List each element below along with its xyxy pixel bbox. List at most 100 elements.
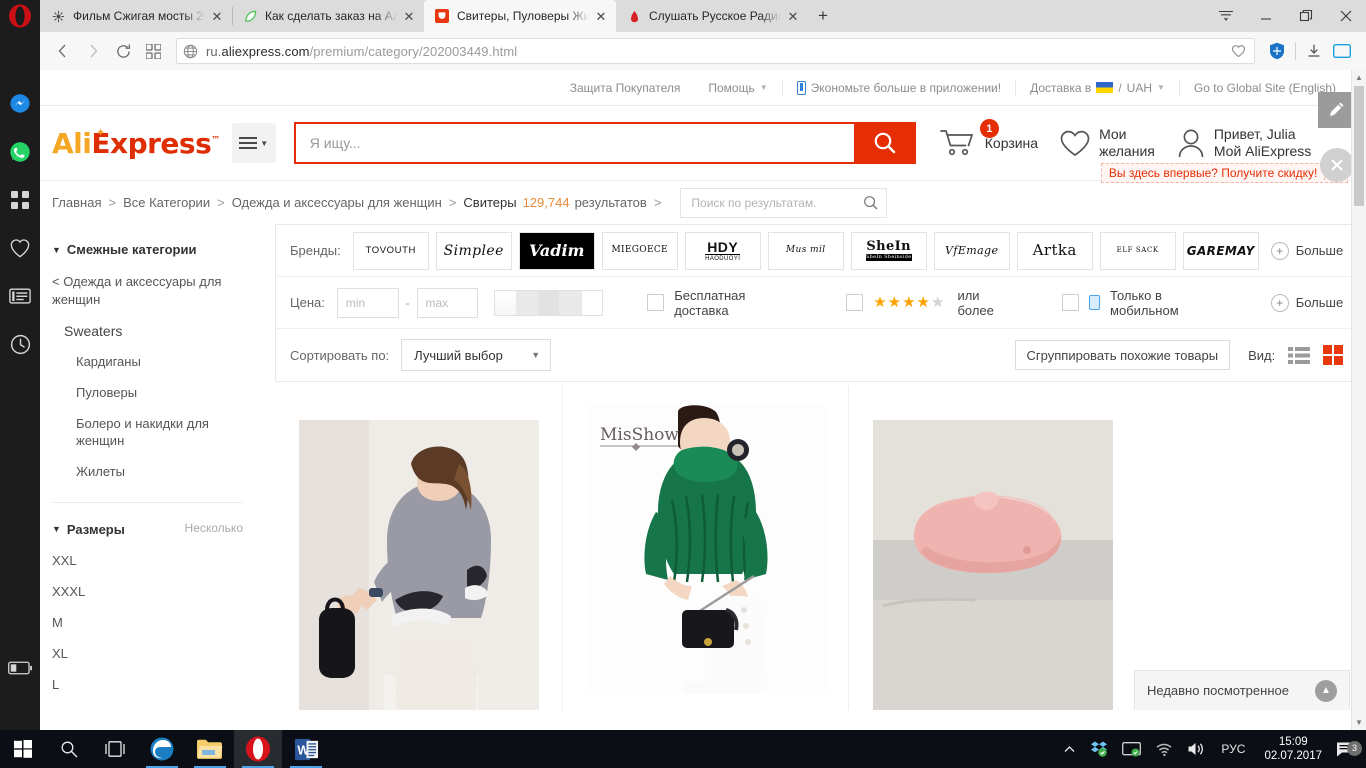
tab-close-icon[interactable]: ✕ [592,7,610,25]
price-max-input[interactable]: max [416,287,479,318]
browser-tab-4[interactable]: Слушать Русское Радио ? ✕ [616,0,808,32]
edit-icon-button[interactable] [1318,92,1354,128]
wishlist-button[interactable]: Мои желания [1060,126,1155,160]
opera-logo[interactable] [0,0,40,32]
forward-icon[interactable] [78,36,108,66]
sidebar-subcategory-cardigans[interactable]: Кардиганы [76,353,243,370]
download-icon[interactable] [1300,37,1328,65]
heart-icon[interactable] [1231,44,1246,58]
group-similar-button[interactable]: Сгруппировать похожие товары [1014,340,1231,370]
sizes-multiselect-link[interactable]: Несколько [185,521,243,535]
mobile-only-checkbox[interactable] [1062,294,1080,311]
show-hidden-icons[interactable] [1056,743,1083,756]
breadcrumb-womens-clothing[interactable]: Одежда и аксессуары для женщин [232,195,442,210]
close-icon-button[interactable] [1320,148,1354,182]
taskbar-search-icon[interactable] [46,730,92,768]
sidebar-subcategory-bolero[interactable]: Болеро и накидки для женщин [76,415,243,449]
task-view-icon[interactable] [92,730,138,768]
brand-garemay[interactable]: GAREMAY [1182,231,1259,270]
size-option-xl[interactable]: XL [52,646,243,661]
speed-dial-icon[interactable] [138,36,168,66]
topnav-buyer-protection[interactable]: Защита Покупателя [556,70,695,106]
breadcrumb-all-categories[interactable]: Все Категории [123,195,210,210]
scrollbar-thumb[interactable] [1354,86,1364,206]
size-option-xxl[interactable]: XXL [52,553,243,568]
cart-button[interactable]: Корзина 1 [939,119,1038,158]
page-scrollbar[interactable]: ▲ ▼ [1351,70,1366,730]
wifi-icon[interactable] [1148,742,1180,757]
browser-tab-3[interactable]: Свитеры, Пуловеры Жил ✕ [424,0,616,32]
language-indicator[interactable]: РУС [1212,742,1254,756]
price-min-input[interactable]: min [336,287,399,318]
topnav-app-promo[interactable]: Экономьте больше в приложении! [783,70,1015,106]
product-card-1[interactable] [275,386,562,710]
categories-menu-button[interactable]: ▼ [231,123,276,163]
tab-menu-icon[interactable] [1206,0,1246,32]
video-popout-icon[interactable] [1328,37,1356,65]
product-card-3[interactable] [849,386,1136,710]
size-option-m[interactable]: M [52,615,243,630]
history-clock-icon[interactable] [0,320,40,368]
scroll-up-arrow[interactable]: ▲ [1352,70,1366,85]
dropbox-icon[interactable] [1083,740,1115,758]
topnav-help[interactable]: Помощь ▼ [694,70,781,106]
brand-miegoece[interactable]: MIEGOECE [601,231,678,270]
close-icon[interactable] [1326,0,1366,32]
browser-tab-1[interactable]: Фильм Сжигая мосты 201 ✕ [40,0,232,32]
clock[interactable]: 15:09 02.07.2017 [1254,735,1332,763]
messenger-icon[interactable] [0,80,40,128]
search-button[interactable] [853,122,916,164]
grid-view-icon[interactable] [1323,345,1344,365]
related-categories-header[interactable]: ▼ Смежные категории [52,242,243,257]
news-icon[interactable] [0,272,40,320]
display-icon[interactable] [1115,741,1148,757]
restore-icon[interactable] [1286,0,1326,32]
rating-filter[interactable]: ★ ★ ★ ★ ★ или более [846,288,1018,318]
brand-elfsack[interactable]: ELF SACK [1099,231,1176,270]
windows-start-icon[interactable] [0,730,46,768]
free-shipping-filter[interactable]: Бесплатная доставка [647,288,802,318]
scroll-down-arrow[interactable]: ▼ [1352,715,1366,730]
rating-checkbox[interactable] [846,294,864,311]
battery-icon[interactable] [0,644,40,692]
product-image-1[interactable] [298,420,539,710]
sort-select[interactable]: Лучший выбор ▼ [401,339,552,371]
brands-more-button[interactable]: + Больше [1270,241,1343,260]
brand-simplee[interactable]: Simplee [435,231,512,270]
speed-dial-icon[interactable] [0,176,40,224]
options-more-button[interactable]: + Больше [1270,293,1343,312]
chevron-up-icon[interactable]: ▲ [1315,679,1337,702]
reload-icon[interactable] [108,36,138,66]
taskbar-app-edge[interactable] [138,730,186,768]
brand-vfemage[interactable]: VfEmage [933,231,1010,270]
back-icon[interactable] [48,36,78,66]
bookmarks-heart-icon[interactable] [0,224,40,272]
new-tab-button[interactable]: + [808,0,838,32]
topnav-shipping-to[interactable]: Доставка в / UAH ▼ [1016,70,1179,106]
brand-tovouth[interactable]: TOVOUTH [352,231,429,270]
brand-shein[interactable]: SheIn SheIn Sheinside [850,231,927,270]
product-image-3[interactable] [872,420,1113,710]
product-card-2[interactable]: MisShow [562,386,849,710]
brand-hdy[interactable]: HDY HAODUOYI [684,231,761,270]
account-button[interactable]: Привет, Julia Мой AliExpress [1177,126,1311,160]
tab-close-icon[interactable]: ✕ [400,7,418,25]
notifications-icon[interactable]: 3 [1332,740,1366,758]
list-view-icon[interactable] [1288,346,1311,364]
search-input[interactable]: Я ищу... [293,122,854,164]
volume-icon[interactable] [1180,741,1212,757]
first-time-discount-banner[interactable]: Вы здесь впервые? Получите скидку! $ [1100,163,1348,183]
sidebar-parent-category-link[interactable]: < Одежда и аксессуары для женщин [52,273,243,309]
sizes-title-group[interactable]: ▼ Размеры [52,522,125,537]
minimize-icon[interactable] [1246,0,1286,32]
tab-close-icon[interactable]: ✕ [784,7,802,25]
aliexpress-logo[interactable]: ✦ AliExpress™ [52,126,220,160]
vpn-badge-icon[interactable] [1263,37,1291,65]
taskbar-app-file-explorer[interactable] [186,730,234,768]
sidebar-current-category[interactable]: Sweaters [64,323,243,339]
brand-artka[interactable]: Artka [1016,231,1093,270]
taskbar-app-word[interactable]: W [282,730,330,768]
breadcrumb-home[interactable]: Главная [52,195,101,210]
free-shipping-checkbox[interactable] [647,294,665,311]
price-go-button[interactable] [494,289,604,316]
